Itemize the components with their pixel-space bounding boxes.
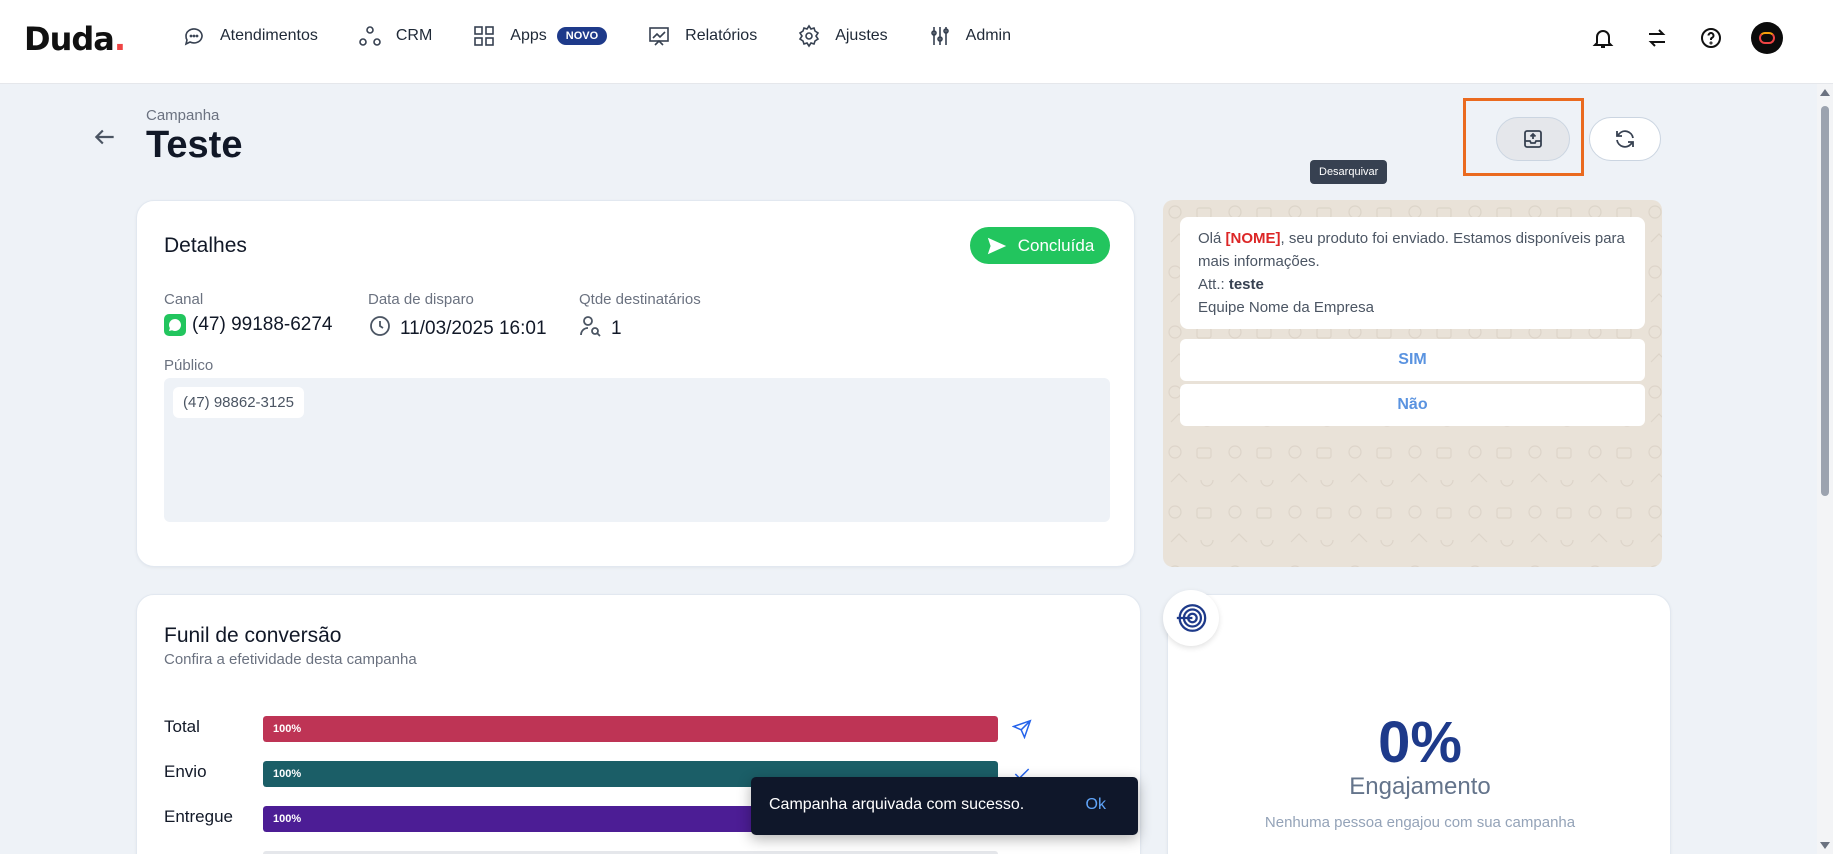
status-label: Concluída bbox=[1017, 235, 1095, 255]
status-badge[interactable]: Concluída bbox=[970, 227, 1110, 264]
new-badge: NOVO bbox=[556, 27, 608, 45]
message-bubble: Olá [NOME], seu produto foi enviado. Est… bbox=[1180, 217, 1645, 329]
engagement-card: 0% Engajamento Nenhuma pessoa engajou co… bbox=[1163, 590, 1671, 854]
message-line-2: Att.: teste bbox=[1198, 276, 1264, 293]
nav-item-atendimentos[interactable]: Atendimentos bbox=[182, 24, 318, 48]
name-variable: [NOME] bbox=[1225, 230, 1281, 247]
avatar-logo-icon bbox=[1759, 32, 1775, 44]
help-button[interactable] bbox=[1697, 24, 1725, 52]
details-title: Detalhes bbox=[164, 234, 247, 257]
toast-message: Campanha arquivada com sucesso. bbox=[769, 796, 1025, 813]
nav-label: Atendimentos bbox=[220, 27, 318, 44]
publico-box: (47) 98862-3125 bbox=[164, 378, 1110, 522]
quick-reply-sim[interactable]: SIM bbox=[1180, 339, 1645, 381]
nav-item-relatorios[interactable]: Relatórios bbox=[647, 24, 757, 48]
engagement-label: Engajamento bbox=[1349, 773, 1491, 800]
tooltip: Desarquivar bbox=[1310, 160, 1388, 184]
canal-number: (47) 99188-6274 bbox=[192, 314, 333, 335]
switch-account-button[interactable] bbox=[1643, 24, 1671, 52]
data-disparo-label: Data de disparo bbox=[368, 291, 474, 308]
publico-label: Público bbox=[164, 357, 214, 374]
scroll-thumb[interactable] bbox=[1821, 106, 1829, 496]
nav-label: Apps bbox=[510, 27, 547, 44]
nav-item-admin[interactable]: Admin bbox=[928, 24, 1011, 48]
grid-icon bbox=[474, 26, 495, 46]
funnel-row-label: Envio bbox=[164, 762, 207, 781]
qtde-value: 1 bbox=[579, 314, 622, 344]
duda-logo[interactable]: Duda. bbox=[24, 20, 126, 58]
unarchive-icon bbox=[1524, 130, 1542, 148]
qtde-text: 1 bbox=[611, 318, 622, 339]
nav-label: Relatórios bbox=[685, 27, 758, 44]
page-title: Teste bbox=[146, 124, 243, 166]
engagement-value: 0% bbox=[1378, 710, 1462, 775]
main-nav: Atendimentos CRM Apps NOVO Relatórios Aj… bbox=[182, 24, 1051, 48]
nodes-icon bbox=[359, 26, 381, 46]
message-line-1: Olá [NOME], seu produto foi enviado. Est… bbox=[1198, 230, 1625, 270]
funnel-title: Funil de conversão bbox=[164, 624, 342, 647]
transfer-icon bbox=[1648, 29, 1666, 47]
message-preview: Olá [NOME], seu produto foi enviado. Est… bbox=[1163, 200, 1662, 567]
refresh-button[interactable] bbox=[1589, 117, 1661, 161]
nav-label: CRM bbox=[395, 27, 433, 44]
nav-label: Ajustes bbox=[835, 27, 888, 44]
funnel-row-label: Total bbox=[164, 717, 200, 736]
engagement-subtitle: Nenhuma pessoa engajou com sua campanha bbox=[1264, 814, 1576, 831]
toast-ok-button[interactable]: Ok bbox=[1086, 796, 1106, 814]
avatar[interactable] bbox=[1751, 22, 1783, 54]
scroll-down-arrow-icon[interactable] bbox=[1820, 842, 1830, 849]
nav-item-apps[interactable]: Apps NOVO bbox=[472, 24, 608, 48]
clock-icon bbox=[368, 314, 400, 344]
topbar-actions bbox=[1563, 22, 1783, 54]
send-icon bbox=[1011, 719, 1034, 741]
funnel-bar-fill: 100% bbox=[263, 716, 998, 742]
top-navbar: Duda. Atendimentos CRM Apps NOVO Relatór… bbox=[0, 0, 1833, 84]
sliders-icon bbox=[930, 27, 949, 45]
page-scrollbar[interactable] bbox=[1817, 84, 1833, 854]
target-icon bbox=[1163, 590, 1219, 646]
whatsapp-icon bbox=[164, 314, 186, 336]
funnel-subtitle: Confira a efetividade desta campanha bbox=[164, 651, 417, 668]
unarchive-button[interactable] bbox=[1496, 117, 1570, 161]
chart-icon bbox=[649, 27, 669, 46]
data-disparo-text: 11/03/2025 16:01 bbox=[400, 318, 547, 339]
data-disparo-value: 11/03/2025 16:01 bbox=[368, 314, 547, 344]
user-search-icon bbox=[579, 314, 611, 344]
notifications-button[interactable] bbox=[1589, 24, 1617, 52]
send-icon bbox=[987, 237, 1006, 254]
canal-value: (47) 99188-6274 bbox=[164, 314, 333, 336]
nav-item-crm[interactable]: CRM bbox=[358, 24, 432, 48]
nav-item-ajustes[interactable]: Ajustes bbox=[797, 24, 888, 48]
message-line-3: Equipe Nome da Empresa bbox=[1198, 299, 1374, 316]
nav-label: Admin bbox=[965, 27, 1012, 44]
gear-icon bbox=[799, 24, 820, 48]
funnel-bar-track: 100% bbox=[263, 716, 998, 742]
bell-icon bbox=[1592, 30, 1614, 48]
breadcrumb: Campanha bbox=[146, 107, 220, 124]
funnel-row-label: Entregue bbox=[164, 807, 233, 826]
refresh-icon bbox=[1616, 130, 1634, 148]
canal-label: Canal bbox=[164, 291, 204, 308]
help-icon bbox=[1701, 28, 1721, 48]
toast-notification: Campanha arquivada com sucesso. Ok bbox=[751, 777, 1138, 835]
details-card: Detalhes Concluída Canal (47) 99188-6274… bbox=[136, 200, 1135, 567]
quick-reply-nao[interactable]: Não bbox=[1180, 384, 1645, 426]
scroll-up-arrow-icon[interactable] bbox=[1820, 89, 1830, 96]
qtde-label: Qtde destinatários bbox=[579, 291, 701, 308]
back-button[interactable] bbox=[92, 124, 118, 150]
arrow-left-icon bbox=[94, 129, 114, 145]
publico-chip[interactable]: (47) 98862-3125 bbox=[173, 387, 304, 418]
chat-icon bbox=[184, 28, 203, 46]
